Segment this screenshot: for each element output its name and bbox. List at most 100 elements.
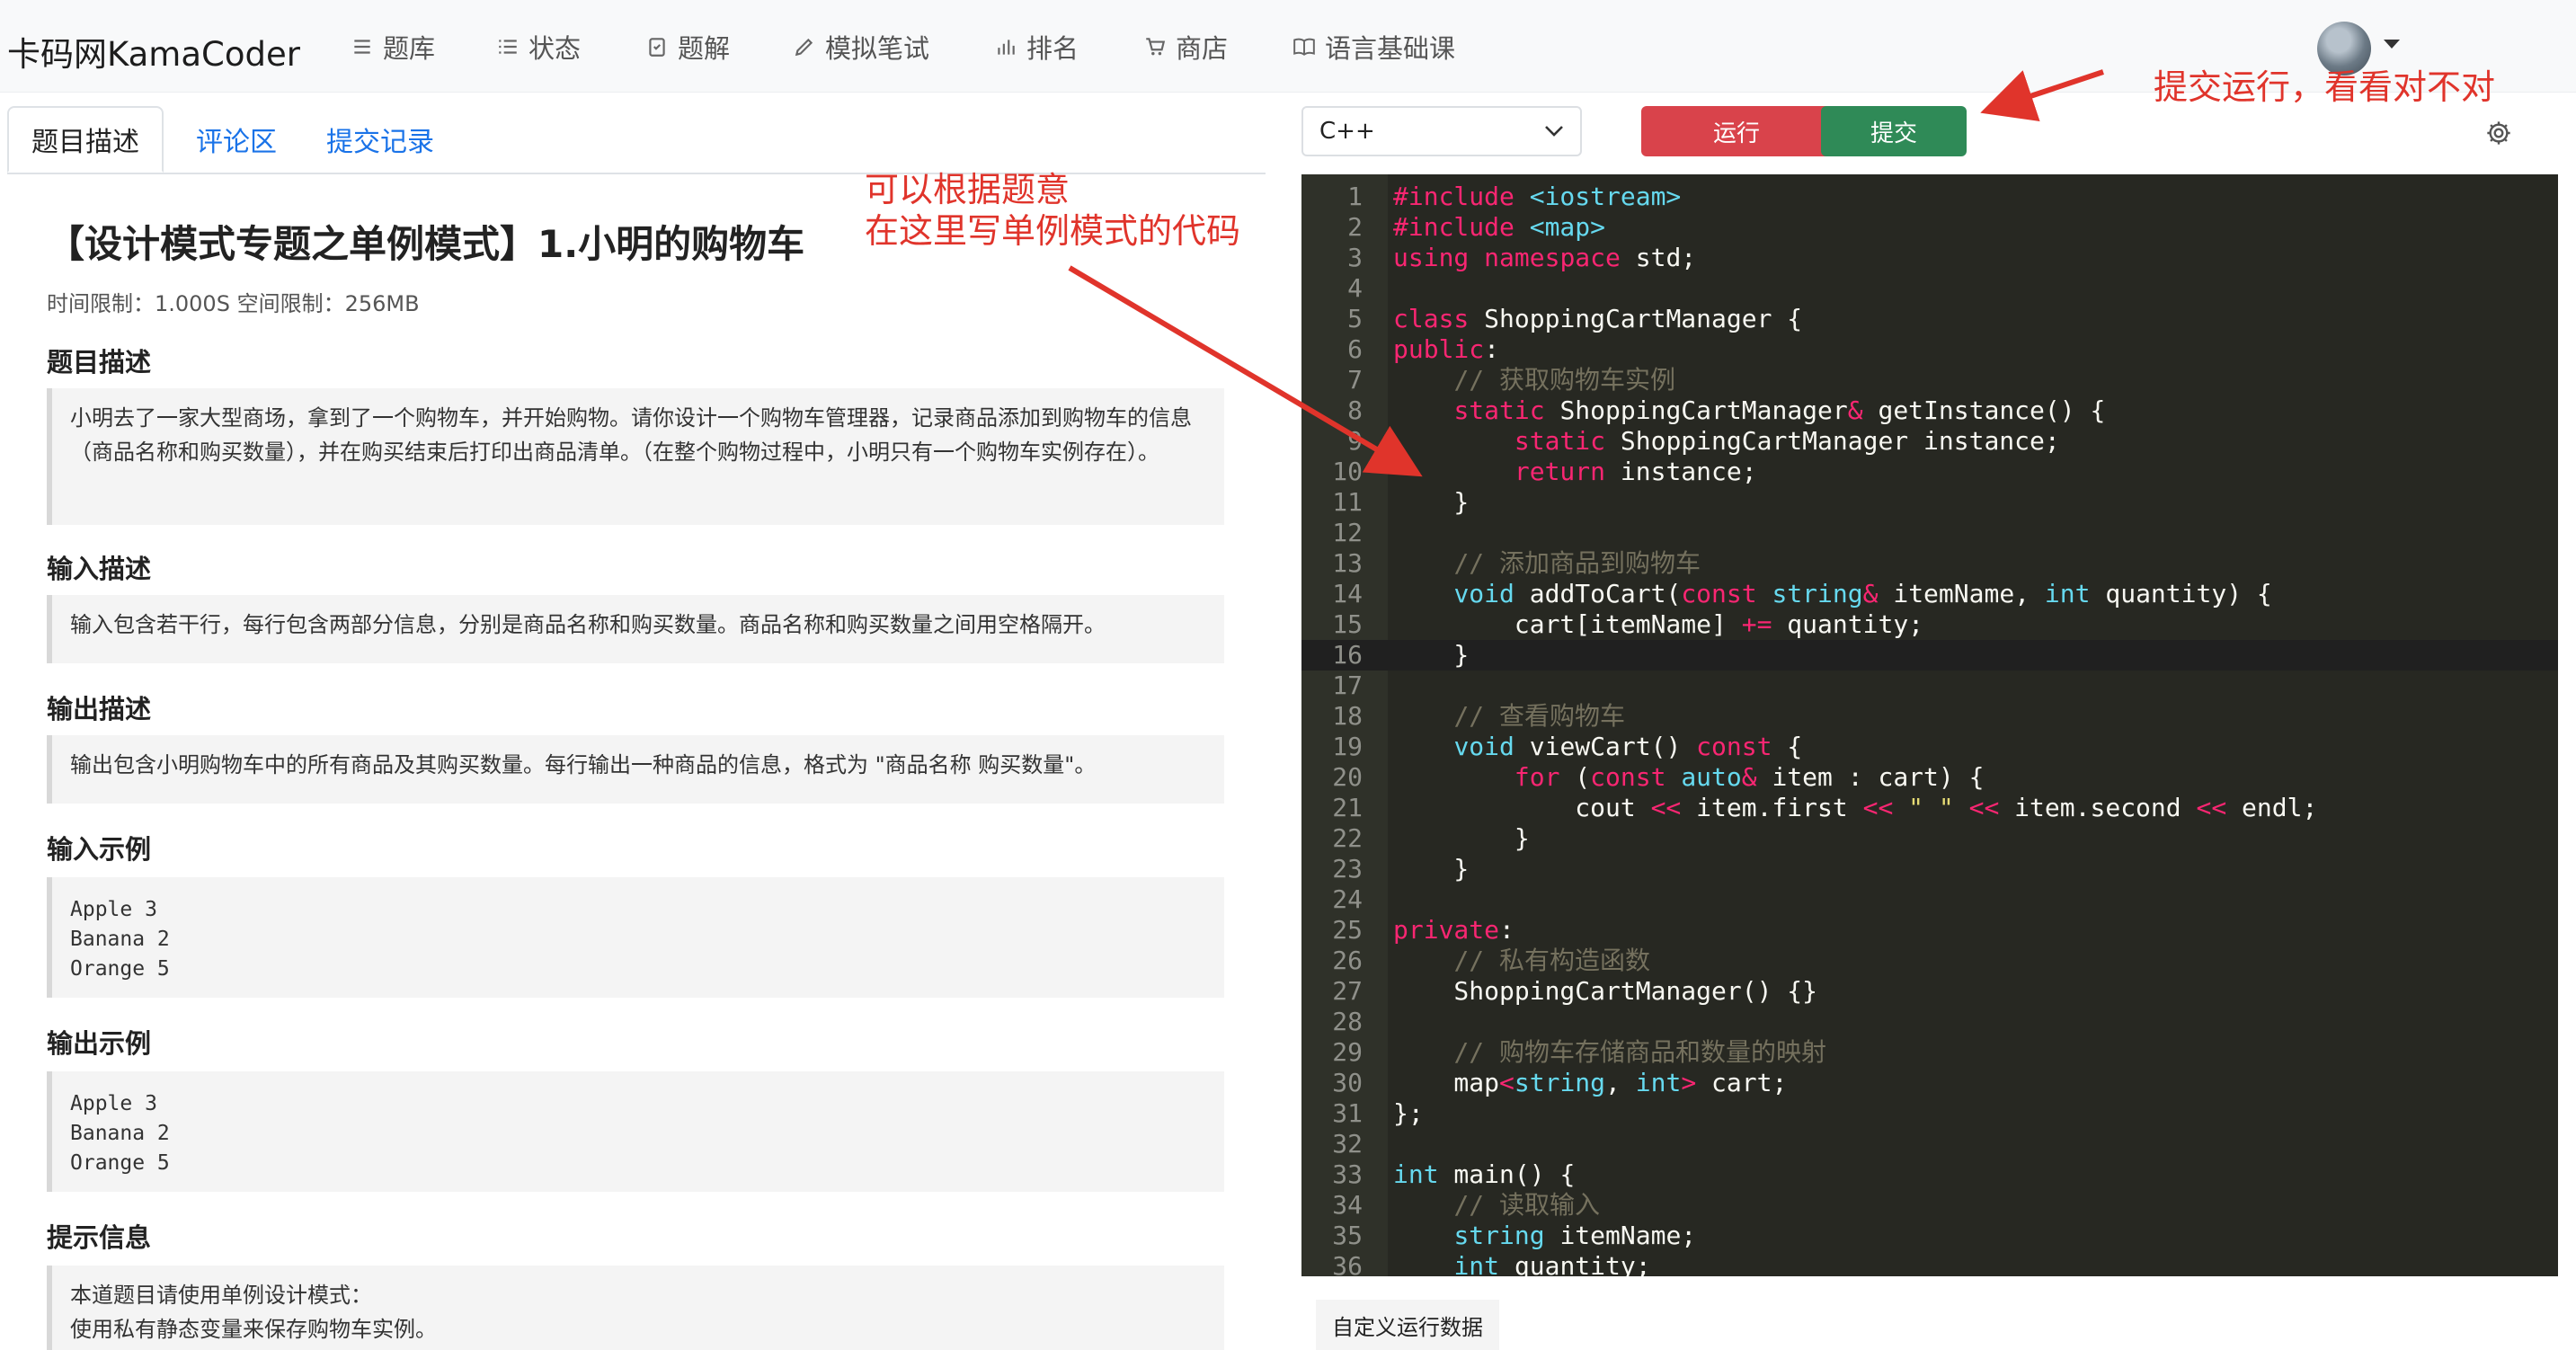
nav-item-problems[interactable]: 题库 — [351, 27, 435, 67]
nav-item-label: 排名 — [1026, 33, 1079, 64]
code-line[interactable]: 18 // 查看购物车 — [1301, 701, 2558, 732]
tab-submissions[interactable]: 提交记录 — [313, 106, 448, 173]
language-select[interactable]: C++ — [1301, 106, 1582, 156]
code-line[interactable]: 2 #include <map> — [1301, 212, 2558, 243]
code-line[interactable]: 31}; — [1301, 1098, 2558, 1129]
code-line[interactable]: 10 return instance; — [1301, 457, 2558, 487]
code-line-text[interactable]: ShoppingCartManager() {} — [1393, 976, 1817, 1007]
caret-down-icon[interactable] — [2384, 40, 2400, 49]
code-line-text[interactable]: // 查看购物车 — [1393, 701, 1625, 732]
code-line-text[interactable]: return instance; — [1393, 457, 1757, 487]
code-line[interactable]: 34 // 读取输入 — [1301, 1190, 2558, 1221]
code-line-text[interactable]: } — [1393, 640, 1469, 671]
line-number: 26 — [1332, 946, 1363, 975]
tab-comments[interactable]: 评论区 — [182, 106, 291, 173]
code-line-text[interactable]: void addToCart(const string& itemName, i… — [1393, 579, 2271, 609]
code-line-text[interactable]: cart[itemName] += quantity; — [1393, 609, 1923, 640]
code-line-text[interactable]: // 私有构造函数 — [1393, 946, 1650, 976]
chevron-down-icon — [1545, 126, 1563, 137]
code-line-text[interactable]: }; — [1393, 1098, 1424, 1129]
nav-item-mock-exam[interactable]: 模拟笔试 — [793, 27, 929, 67]
code-line-text[interactable]: for (const auto& item : cart) { — [1393, 762, 1985, 793]
code-line-text[interactable]: // 添加商品到购物车 — [1393, 548, 1701, 579]
code-line-text[interactable]: void viewCart() const { — [1393, 732, 1802, 762]
nav-item-label: 商店 — [1176, 33, 1229, 64]
code-line[interactable]: 25 private: — [1301, 915, 2558, 946]
code-line-text[interactable]: static ShoppingCartManager instance; — [1393, 426, 2060, 457]
code-line-text[interactable]: } — [1393, 487, 1469, 518]
custom-run-data-button[interactable]: 自定义运行数据 — [1316, 1300, 1499, 1350]
code-line[interactable]: 21 cout << item.first << " " << item.sec… — [1301, 793, 2558, 823]
code-line[interactable]: 9 static ShoppingCartManager instance; — [1301, 426, 2558, 457]
code-line-text[interactable]: map<string, int> cart; — [1393, 1068, 1787, 1098]
section-heading-output-example: 输出示例 — [47, 1028, 152, 1059]
annotation-line: 可以根据题意 — [865, 170, 1070, 209]
nav-item-solutions[interactable]: 题解 — [645, 27, 730, 67]
code-line-text[interactable]: // 读取输入 — [1393, 1190, 1600, 1221]
nav-item-label: 模拟笔试 — [825, 33, 930, 64]
code-line-text[interactable]: } — [1393, 823, 1530, 854]
code-line[interactable]: 33 int main() { — [1301, 1159, 2558, 1190]
line-number: 25 — [1332, 915, 1363, 945]
code-line-text[interactable]: #include <map> — [1393, 212, 1605, 243]
nav-item-status[interactable]: 状态 — [496, 27, 581, 67]
code-line[interactable]: 15 cart[itemName] += quantity; — [1301, 609, 2558, 640]
code-line-text[interactable]: private: — [1393, 915, 1515, 946]
code-line[interactable]: 28 — [1301, 1007, 2558, 1037]
brand-logo-text[interactable]: 卡码网KamaCoder — [7, 27, 300, 75]
code-line[interactable]: 27 ShoppingCartManager() {} — [1301, 976, 2558, 1007]
code-line[interactable]: 36 int quantity; — [1301, 1251, 2558, 1276]
code-line[interactable]: 3 using namespace std; — [1301, 243, 2558, 273]
code-line[interactable]: 24 — [1301, 884, 2558, 915]
section-heading-output: 输出描述 — [47, 694, 152, 724]
code-line[interactable]: 23 } — [1301, 854, 2558, 884]
gear-icon[interactable] — [2484, 119, 2513, 147]
code-line-text[interactable]: // 购物车存储商品和数量的映射 — [1393, 1037, 1826, 1068]
nav-item-language-course[interactable]: 语言基础课 — [1292, 27, 1455, 67]
code-line[interactable]: 5 class ShoppingCartManager { — [1301, 304, 2558, 334]
code-line[interactable]: 19 void viewCart() const { — [1301, 732, 2558, 762]
code-line[interactable]: 7 // 获取购物车实例 — [1301, 365, 2558, 395]
code-line[interactable]: 35 string itemName; — [1301, 1221, 2558, 1251]
code-line-text[interactable]: cout << item.first << " " << item.second… — [1393, 793, 2317, 823]
code-line[interactable]: 13 // 添加商品到购物车 — [1301, 548, 2558, 579]
submit-button[interactable]: 提交 — [1821, 106, 1967, 156]
line-number: 21 — [1332, 793, 1363, 822]
code-line-text[interactable]: public: — [1393, 334, 1499, 365]
code-line-text[interactable]: static ShoppingCartManager& getInstance(… — [1393, 395, 2105, 426]
code-line-text[interactable]: class ShoppingCartManager { — [1393, 304, 1802, 334]
code-line[interactable]: 32 — [1301, 1129, 2558, 1159]
code-line[interactable]: 17 — [1301, 671, 2558, 701]
code-line[interactable]: 8 static ShoppingCartManager& getInstanc… — [1301, 395, 2558, 426]
list-icon — [354, 40, 370, 54]
code-line-text[interactable]: string itemName; — [1393, 1221, 1696, 1251]
nav-item-shop[interactable]: 商店 — [1143, 27, 1228, 67]
code-line[interactable]: 1 #include <iostream> — [1301, 182, 2558, 212]
problem-limits: 时间限制：1.000S 空间限制：256MB — [47, 291, 420, 316]
tab-description[interactable]: 题目描述 — [7, 106, 164, 173]
code-line[interactable]: 12 — [1301, 518, 2558, 548]
code-line-text[interactable]: int main() { — [1393, 1159, 1575, 1190]
code-line[interactable]: 29 // 购物车存储商品和数量的映射 — [1301, 1037, 2558, 1068]
code-line-text[interactable]: } — [1393, 854, 1469, 884]
code-line[interactable]: 20 for (const auto& item : cart) { — [1301, 762, 2558, 793]
code-line[interactable]: 14 void addToCart(const string& itemName… — [1301, 579, 2558, 609]
line-number: 2 — [1347, 212, 1363, 242]
code-line[interactable]: 16 } — [1301, 640, 2558, 671]
annotation-editor-note: 可以根据题意 在这里写单例模式的代码 — [865, 169, 1240, 252]
line-number: 34 — [1332, 1190, 1363, 1220]
code-editor[interactable]: 1 #include <iostream> 2 #include <map> 3 usin… — [1301, 174, 2558, 1276]
code-line-text[interactable]: int quantity; — [1393, 1251, 1650, 1276]
run-button[interactable]: 运行 — [1641, 106, 1832, 156]
annotation-submit-note: 提交运行，看看对不对 — [2154, 67, 2496, 107]
code-line[interactable]: 11 } — [1301, 487, 2558, 518]
code-line[interactable]: 26 // 私有构造函数 — [1301, 946, 2558, 976]
nav-item-ranking[interactable]: 排名 — [994, 27, 1079, 67]
code-line-text[interactable]: // 获取购物车实例 — [1393, 365, 1675, 395]
code-line-text[interactable]: using namespace std; — [1393, 243, 1696, 273]
code-line[interactable]: 22 } — [1301, 823, 2558, 854]
code-line[interactable]: 30 map<string, int> cart; — [1301, 1068, 2558, 1098]
code-line-text[interactable]: #include <iostream> — [1393, 182, 1681, 212]
code-line[interactable]: 6 public: — [1301, 334, 2558, 365]
code-line[interactable]: 4 — [1301, 273, 2558, 304]
